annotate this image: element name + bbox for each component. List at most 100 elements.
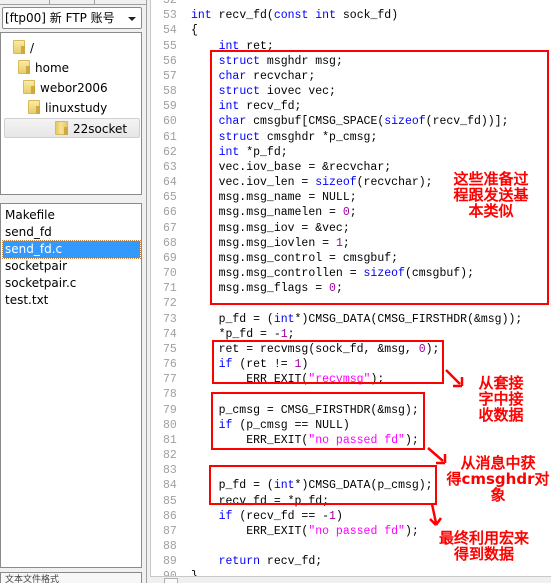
code-text: p_fd = (int*)CMSG_DATA(CMSG_FIRSTHDR(&ms… <box>191 312 523 327</box>
line-number: 71 <box>163 282 177 296</box>
line-number: 57 <box>163 69 177 83</box>
code-token: *p_fd = - <box>191 327 281 341</box>
code-token: p_fd = ( <box>191 312 274 326</box>
line-number: 62 <box>163 145 177 159</box>
line-number: 77 <box>163 373 177 387</box>
file-list-item[interactable]: test.txt <box>3 292 140 309</box>
chevron-down-icon[interactable] <box>128 17 136 21</box>
code-token: ; <box>287 327 295 341</box>
file-list-item[interactable]: socketpair <box>3 258 140 275</box>
line-number: 88 <box>163 540 177 554</box>
ftp-account-select[interactable]: [ftp00] 新 FTP 账号 <box>2 7 142 29</box>
annotation-box-recvmsg <box>212 340 444 384</box>
line-number: 63 <box>163 160 177 174</box>
line-number: 89 <box>163 555 177 569</box>
annotation-box-firsthdr <box>211 392 425 450</box>
ftp-sidebar: [ftp00] 新 FTP 账号 / home webor2006 linuxstud… <box>0 0 146 583</box>
code-line[interactable]: 86 if (recv_fd == -1) <box>151 509 551 524</box>
folder-open-icon <box>55 121 68 135</box>
annotation-note-cmsghdr: 从消息中获 得cmsghdr对 象 <box>446 454 550 504</box>
arrow-icon <box>445 369 464 388</box>
file-list-item[interactable]: send_fd <box>3 224 140 241</box>
folder-tree[interactable]: / home webor2006 linuxstudy 22socket <box>0 32 142 195</box>
code-token: ERR_EXIT( <box>191 524 309 538</box>
code-line[interactable]: 53 int recv_fd(const int sock_fd) <box>151 8 551 23</box>
line-number: 58 <box>163 85 177 99</box>
folder-name: webor2006 <box>40 81 108 95</box>
code-line[interactable]: 54 { <box>151 23 551 38</box>
line-number: 75 <box>163 342 177 356</box>
code-token: (recv_fd == - <box>232 509 330 523</box>
sidebar-tab[interactable] <box>0 0 50 5</box>
line-number: 78 <box>163 388 177 402</box>
file-list-item[interactable]: send_fd.c <box>2 240 141 259</box>
line-number: 61 <box>163 130 177 144</box>
code-line[interactable]: 52 <box>151 0 551 8</box>
sidebar-tab[interactable] <box>50 0 95 5</box>
code-token: { <box>191 24 198 38</box>
code-token: recv_fd; <box>260 555 323 569</box>
folder-name: 22socket <box>73 122 128 136</box>
line-number: 76 <box>163 358 177 372</box>
code-token: ) <box>335 509 343 523</box>
line-number: 87 <box>163 524 177 538</box>
ftp-account-label: [ftp00] 新 FTP 账号 <box>5 11 115 25</box>
code-line[interactable]: 73 p_fd = (int*)CMSG_DATA(CMSG_FIRSTHDR(… <box>151 312 551 327</box>
code-text: if (recv_fd == -1) <box>191 509 343 524</box>
line-number: 53 <box>163 9 177 23</box>
keyword-token: int <box>191 9 212 23</box>
arrow-icon <box>429 503 443 526</box>
line-number: 59 <box>163 100 177 114</box>
folder-icon <box>28 100 40 114</box>
line-number: 54 <box>163 24 177 38</box>
folder-tree-item[interactable]: 22socket <box>4 118 140 138</box>
line-number: 79 <box>163 403 177 417</box>
file-list-item[interactable]: socketpair.c <box>3 275 140 292</box>
annotation-box-cmsg-data <box>209 465 437 505</box>
annotation-note-prep: 这些准备过 程跟发送基 本类似 <box>453 170 529 220</box>
number-token: 1 <box>329 509 336 523</box>
file-list[interactable]: Makefile send_fd send_fd.c socketpair socket… <box>0 203 142 568</box>
code-text: ERR_EXIT("no passed fd"); <box>191 524 419 539</box>
folder-name: / <box>30 41 35 55</box>
horizontal-scrollbar[interactable] <box>150 576 551 583</box>
line-number: 82 <box>163 449 177 463</box>
line-number: 70 <box>163 267 177 281</box>
code-text: int recv_fd(const int sock_fd) <box>191 8 398 23</box>
folder-tree-item[interactable]: linuxstudy <box>28 98 107 118</box>
line-number: 84 <box>163 479 177 493</box>
line-number: 80 <box>163 418 177 432</box>
folder-tree-item[interactable]: webor2006 <box>23 78 108 98</box>
sidebar-status-bar: 文本文件格式 <box>0 572 142 583</box>
code-text: return recv_fd; <box>191 554 323 569</box>
file-list-item[interactable]: Makefile <box>3 207 140 224</box>
scroll-left-button[interactable] <box>164 578 178 583</box>
line-number: 69 <box>163 251 177 265</box>
code-token: ); <box>404 524 419 538</box>
keyword-token: if <box>218 509 233 523</box>
line-number: 86 <box>163 509 177 523</box>
line-number: 68 <box>163 236 177 250</box>
folder-tree-item[interactable]: home <box>18 58 69 78</box>
folder-name: linuxstudy <box>45 101 108 115</box>
line-number: 65 <box>163 191 177 205</box>
keyword-token: int <box>273 312 295 326</box>
number-token: 1 <box>280 327 288 341</box>
line-number: 73 <box>163 312 177 326</box>
code-text: { <box>191 23 198 38</box>
annotation-note-recv: 从套接 字中接 收数据 <box>478 374 524 424</box>
line-number: 81 <box>163 433 177 447</box>
line-number: 55 <box>163 39 177 53</box>
folder-tree-item[interactable]: / <box>13 38 34 58</box>
folder-name: home <box>35 61 70 75</box>
code-token: *)CMSG_DATA(CMSG_FIRSTHDR(&msg)); <box>294 312 523 326</box>
code-token: recv_fd( <box>211 9 274 23</box>
line-number: 66 <box>163 206 177 220</box>
folder-icon <box>23 80 35 94</box>
arrow-icon <box>427 447 447 465</box>
sidebar-tab-strip <box>0 0 146 5</box>
line-number: 83 <box>163 464 177 478</box>
keyword-token: const <box>273 9 309 23</box>
